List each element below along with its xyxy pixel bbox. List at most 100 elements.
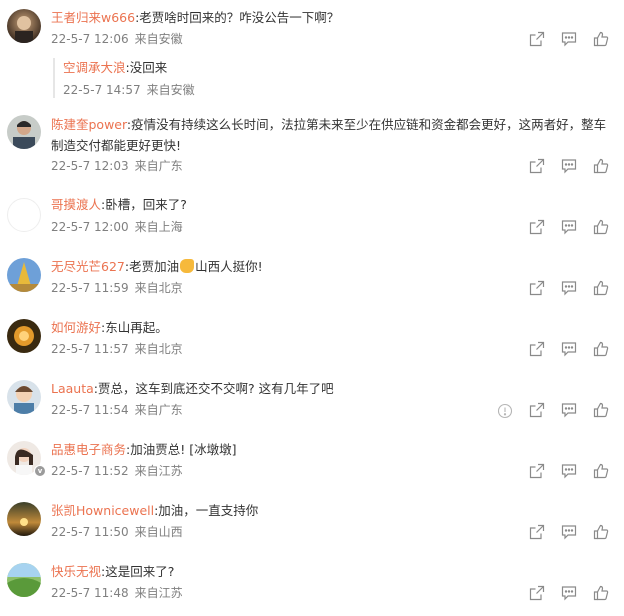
timestamp: 22-5-7 11:50 — [51, 525, 129, 539]
comment-icon[interactable] — [561, 585, 577, 601]
comment-meta: 22-5-7 11:54 来自广东 — [51, 402, 183, 418]
reply-block: 空调承大浪:没回来 22-5-7 14:57 来自安徽 — [53, 58, 195, 98]
avatar[interactable] — [7, 319, 41, 353]
comment-body: :加油，一直支持你 — [154, 503, 259, 518]
comment-body: :疫情没有持续这么长时间，法拉第未来至少在供应链和资金都会更好，这两者好，整车制… — [51, 117, 607, 153]
comment-icon[interactable] — [561, 219, 577, 235]
reply-text: 空调承大浪:没回来 — [63, 58, 195, 78]
like-icon[interactable] — [593, 31, 609, 47]
comment-body: :老贾啥时回来的？咋没公告一下啊？ — [135, 10, 340, 25]
comment-icon[interactable] — [561, 158, 577, 174]
share-icon[interactable] — [529, 585, 545, 601]
share-icon[interactable] — [529, 463, 545, 479]
comment-icon[interactable] — [561, 524, 577, 540]
timestamp: 22-5-7 11:54 — [51, 403, 129, 417]
timestamp: 22-5-7 11:57 — [51, 342, 129, 356]
share-icon[interactable] — [529, 219, 545, 235]
comment-text: 哥摸渡人:卧槽，回来了? — [51, 194, 612, 215]
location: 来自广东 — [134, 159, 183, 173]
username-link[interactable]: 快乐无视 — [51, 564, 101, 579]
avatar[interactable] — [7, 380, 41, 414]
username-link[interactable]: 张凯Hownicewell — [51, 503, 154, 518]
username-link[interactable]: 品惠电子商务 — [51, 442, 126, 457]
comment-body: :东山再起。 — [101, 320, 168, 335]
share-icon[interactable] — [529, 524, 545, 540]
comment-actions — [529, 585, 609, 603]
timestamp: 22-5-7 11:52 — [51, 464, 129, 478]
comment-meta: 22-5-7 11:50 来自山西 — [51, 524, 183, 540]
comment-icon[interactable] — [561, 31, 577, 47]
comment-text: 品惠电子商务:加油贾总! [冰墩墩] — [51, 439, 612, 460]
verified-badge: v — [34, 465, 46, 477]
username-link[interactable]: 如何游好 — [51, 320, 101, 335]
comment-actions — [497, 402, 609, 420]
comment-icon[interactable] — [561, 280, 577, 296]
location: 来自北京 — [134, 342, 183, 356]
location: 来自山西 — [134, 525, 183, 539]
comment-meta: 22-5-7 11:52 来自江苏 — [51, 463, 183, 479]
like-icon[interactable] — [593, 585, 609, 601]
comment-body: :老贾加油 — [124, 259, 180, 274]
avatar[interactable] — [7, 115, 41, 149]
like-icon[interactable] — [593, 158, 609, 174]
location: 来自上海 — [134, 220, 183, 234]
comment-actions — [529, 341, 609, 359]
comment-meta: 22-5-7 12:00 来自上海 — [51, 219, 183, 235]
location: 来自江苏 — [134, 586, 183, 600]
share-icon[interactable] — [529, 31, 545, 47]
comment-actions — [529, 280, 609, 298]
username-link[interactable]: 哥摸渡人 — [51, 197, 101, 212]
comment-text: 如何游好:东山再起。 — [51, 317, 612, 338]
comment-body: :贾总，这车到底还交不交啊? 这有几年了吧 — [93, 381, 334, 396]
comment-actions — [529, 158, 609, 176]
report-icon[interactable] — [497, 403, 513, 419]
avatar[interactable] — [7, 258, 41, 292]
reply-meta: 22-5-7 14:57 来自安徽 — [63, 82, 195, 98]
share-icon[interactable] — [529, 280, 545, 296]
comment-meta: 22-5-7 12:03 来自广东 — [51, 158, 183, 174]
comment-text: 王者归来w666:老贾啥时回来的？咋没公告一下啊？ — [51, 7, 612, 28]
comment-text: 快乐无视:这是回来了? — [51, 561, 612, 582]
comment-actions — [529, 31, 609, 49]
comment-icon[interactable] — [561, 341, 577, 357]
location: 来自安徽 — [134, 32, 183, 46]
comment-actions — [529, 463, 609, 481]
location: 来自安徽 — [146, 83, 195, 97]
location: 来自广东 — [134, 403, 183, 417]
timestamp: 22-5-7 11:48 — [51, 586, 129, 600]
share-icon[interactable] — [529, 341, 545, 357]
like-icon[interactable] — [593, 463, 609, 479]
comment-icon[interactable] — [561, 463, 577, 479]
avatar[interactable] — [7, 9, 41, 43]
username-link[interactable]: 空调承大浪 — [63, 60, 126, 75]
like-icon[interactable] — [593, 524, 609, 540]
username-link[interactable]: Laauta — [51, 381, 94, 396]
timestamp: 22-5-7 12:03 — [51, 159, 129, 173]
reply-body: :没回来 — [125, 60, 168, 75]
like-icon[interactable] — [593, 280, 609, 296]
avatar[interactable] — [7, 502, 41, 536]
timestamp: 22-5-7 14:57 — [63, 83, 141, 97]
comment-meta: 22-5-7 11:57 来自北京 — [51, 341, 183, 357]
comment-text: 无尽光芒627:老贾加油 山西人挺你! — [51, 256, 612, 277]
avatar[interactable] — [7, 563, 41, 597]
share-icon[interactable] — [529, 158, 545, 174]
comment-icon[interactable] — [561, 402, 577, 418]
comment-text: Laauta:贾总，这车到底还交不交啊? 这有几年了吧 — [51, 378, 612, 399]
like-icon[interactable] — [593, 341, 609, 357]
timestamp: 22-5-7 12:00 — [51, 220, 129, 234]
comment-body: :卧槽，回来了? — [101, 197, 187, 212]
username-link[interactable]: 无尽光芒627 — [51, 259, 125, 274]
comment-actions — [529, 524, 609, 542]
comment-body: 山西人挺你! — [195, 259, 263, 274]
like-icon[interactable] — [593, 402, 609, 418]
like-icon[interactable] — [593, 219, 609, 235]
share-icon[interactable] — [529, 402, 545, 418]
location: 来自北京 — [134, 281, 183, 295]
timestamp: 22-5-7 12:06 — [51, 32, 129, 46]
location: 来自江苏 — [134, 464, 183, 478]
username-link[interactable]: 王者归来w666 — [51, 10, 135, 25]
username-link[interactable]: 陈建奎power — [51, 117, 127, 132]
timestamp: 22-5-7 11:59 — [51, 281, 129, 295]
avatar[interactable] — [7, 198, 41, 232]
